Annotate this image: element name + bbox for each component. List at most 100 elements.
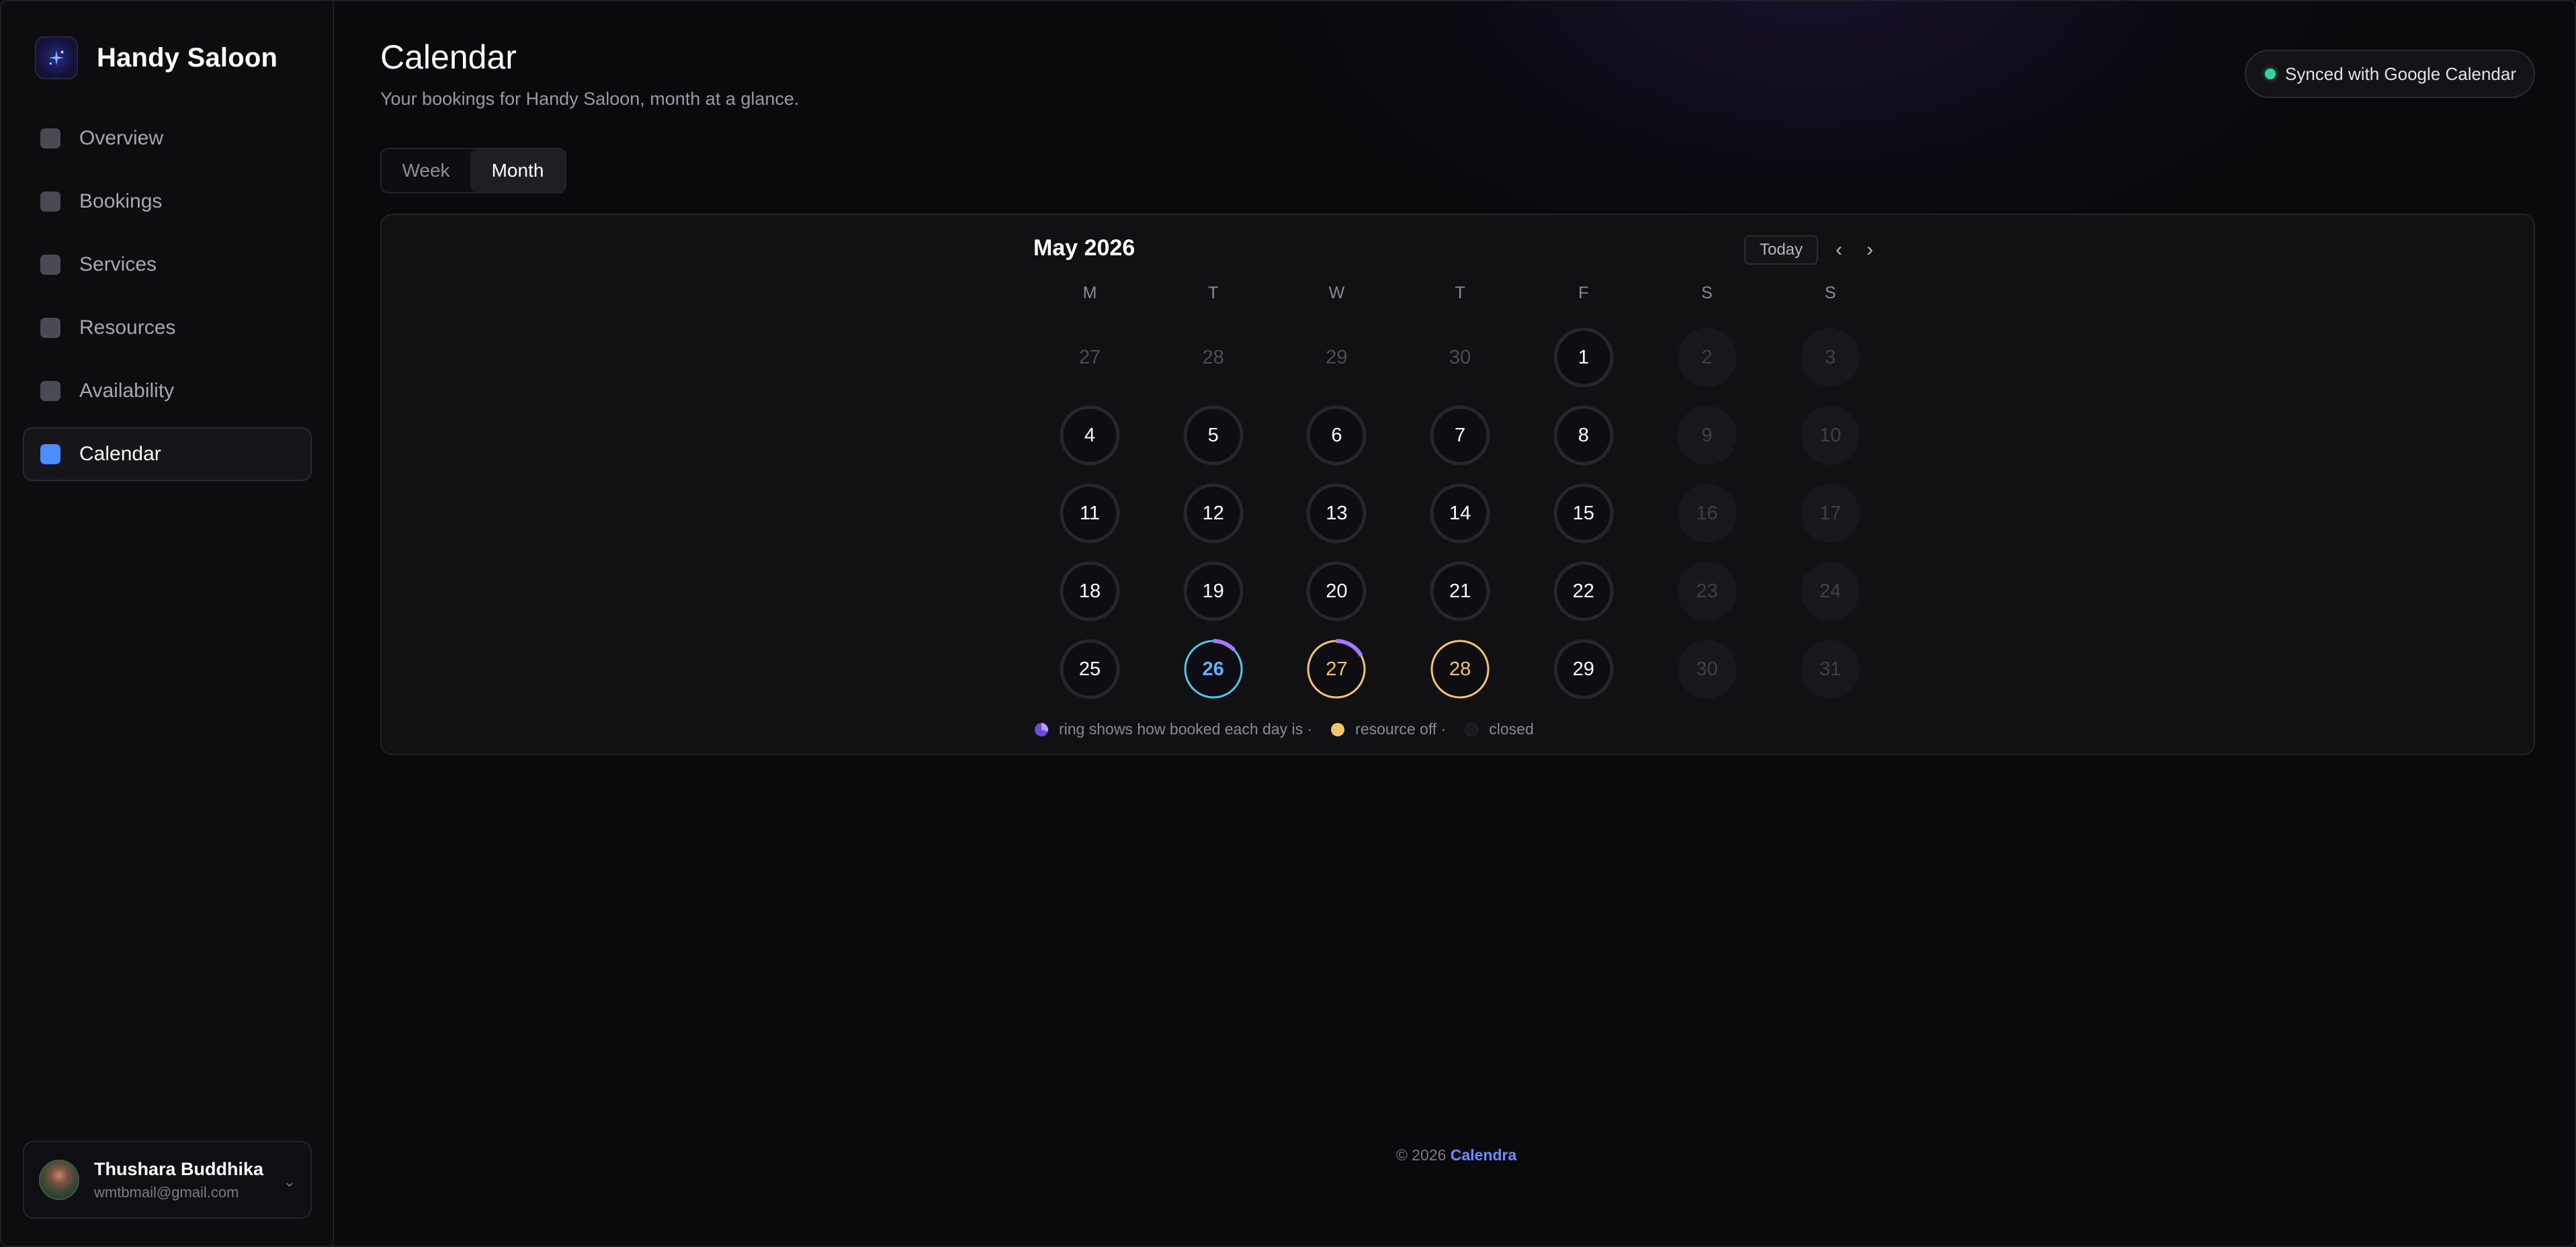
calendar-day[interactable]: 19 — [1182, 560, 1245, 623]
calendar-day[interactable]: 1 — [1552, 326, 1615, 389]
square-icon — [40, 255, 60, 275]
calendar-day: 30 — [1676, 638, 1739, 701]
calendar-day: 23 — [1676, 560, 1739, 623]
sidebar-item-availability[interactable]: Availability — [23, 364, 312, 418]
sidebar-item-resources[interactable]: Resources — [23, 301, 312, 355]
calendar-day[interactable]: 29 — [1552, 638, 1615, 701]
brand: Handy Saloon — [35, 36, 277, 79]
sidebar-item-label: Resources — [79, 316, 176, 339]
day-number: 11 — [1079, 502, 1101, 524]
calendar-day[interactable]: 20 — [1305, 560, 1368, 623]
sidebar-item-label: Calendar — [79, 443, 161, 465]
day-number: 23 — [1696, 580, 1718, 602]
footer-brand-link[interactable]: Calendra — [1451, 1146, 1516, 1164]
day-number: 12 — [1202, 502, 1224, 524]
calendar-day[interactable]: 11 — [1058, 482, 1121, 545]
square-icon — [40, 444, 60, 464]
calendar-day[interactable]: 4 — [1058, 404, 1121, 467]
day-number: 30 — [1449, 346, 1471, 368]
day-number: 19 — [1202, 580, 1224, 602]
calendar-day[interactable]: 8 — [1552, 404, 1615, 467]
legend-closed-text: closed — [1489, 720, 1534, 738]
square-icon — [40, 381, 60, 401]
brand-name: Handy Saloon — [97, 42, 278, 73]
day-number: 27 — [1078, 346, 1101, 368]
legend-off-text: resource off · — [1355, 720, 1447, 738]
calendar-day[interactable]: 26 — [1182, 638, 1245, 701]
calendar-day[interactable]: 14 — [1428, 482, 1492, 545]
calendar-day: 10 — [1799, 404, 1862, 467]
calendar-panel: May 2026 Today ‹ › MTWTFSS 27 28 29 30 1 2 3 4 5… — [380, 214, 2535, 755]
sidebar-nav: Overview Bookings Services Resources Ava… — [23, 112, 312, 490]
day-number: 26 — [1202, 658, 1224, 680]
weekday-label: M — [1082, 284, 1097, 302]
day-number: 25 — [1078, 658, 1101, 680]
calendar-day: 30 — [1428, 326, 1492, 389]
calendar-day: 31 — [1799, 638, 1862, 701]
square-icon — [40, 191, 60, 212]
day-number: 20 — [1326, 580, 1348, 602]
sync-status-badge: Synced with Google Calendar — [2245, 50, 2535, 98]
day-number: 9 — [1701, 424, 1713, 446]
day-number: 22 — [1572, 580, 1594, 602]
calendar-header: May 2026 Today ‹ › — [1033, 230, 1927, 267]
calendar-day[interactable]: 13 — [1305, 482, 1368, 545]
calendar-day[interactable]: 28 — [1428, 638, 1492, 701]
copyright-text: © 2026 — [1396, 1146, 1447, 1164]
calendar-day[interactable]: 5 — [1182, 404, 1245, 467]
day-number: 29 — [1572, 658, 1594, 680]
app-window: Handy Saloon Overview Bookings Services … — [0, 0, 2576, 1247]
page-title: Calendar — [380, 38, 517, 76]
day-number: 16 — [1696, 502, 1718, 524]
day-number: 6 — [1331, 424, 1342, 446]
day-number: 10 — [1819, 424, 1842, 446]
day-number: 18 — [1078, 580, 1101, 602]
calendar-day[interactable]: 12 — [1182, 482, 1245, 545]
calendar-day[interactable]: 27 — [1305, 638, 1368, 701]
sidebar-item-bookings[interactable]: Bookings — [23, 175, 312, 228]
today-button[interactable]: Today — [1744, 235, 1818, 265]
calendar-day[interactable]: 7 — [1428, 404, 1492, 467]
day-number: 24 — [1819, 580, 1842, 602]
chevron-down-icon: ⌄ — [283, 1173, 296, 1190]
day-number: 1 — [1578, 346, 1589, 368]
calendar-day[interactable]: 18 — [1058, 560, 1121, 623]
footer: © 2026 Calendra — [335, 1146, 2575, 1164]
tab-week[interactable]: Week — [382, 149, 470, 192]
month-label: May 2026 — [1033, 235, 1135, 261]
calendar-day: 2 — [1676, 326, 1739, 389]
day-number: 2 — [1701, 346, 1713, 368]
weekday-label: W — [1328, 284, 1345, 302]
closed-dot-icon — [1465, 722, 1479, 736]
avatar — [39, 1160, 79, 1200]
chevron-left-icon[interactable]: ‹ — [1829, 235, 1849, 265]
sidebar-item-calendar[interactable]: Calendar — [23, 427, 312, 481]
sidebar-item-services[interactable]: Services — [23, 238, 312, 292]
calendar-day: 9 — [1676, 404, 1739, 467]
calendar-legend: ring shows how booked each day is · reso… — [1033, 720, 1534, 738]
page-subtitle: Your bookings for Handy Saloon, month at… — [380, 89, 800, 109]
square-icon — [40, 318, 60, 338]
calendar-day[interactable]: 21 — [1428, 560, 1492, 623]
calendar-day[interactable]: 25 — [1058, 638, 1121, 701]
day-number: 13 — [1326, 502, 1348, 524]
sidebar-item-label: Availability — [79, 380, 175, 402]
day-number: 31 — [1819, 658, 1842, 680]
day-number: 27 — [1326, 658, 1348, 680]
day-number: 15 — [1572, 502, 1594, 524]
chevron-right-icon[interactable]: › — [1860, 235, 1880, 265]
calendar-day[interactable]: 6 — [1305, 404, 1368, 467]
day-number: 17 — [1819, 502, 1842, 524]
sparkle-glyph — [48, 50, 65, 66]
calendar-day[interactable]: 22 — [1552, 560, 1615, 623]
day-number: 3 — [1825, 346, 1836, 368]
weekday-label: S — [1824, 284, 1836, 302]
tab-month[interactable]: Month — [470, 149, 565, 192]
calendar-day[interactable]: 15 — [1552, 482, 1615, 545]
user-menu[interactable]: Thushara Buddhika wmtbmail@gmail.com ⌄ — [23, 1141, 312, 1219]
day-number: 30 — [1696, 658, 1718, 680]
weekday-label: T — [1208, 284, 1219, 302]
calendar-day: 27 — [1058, 326, 1121, 389]
calendar-day: 29 — [1305, 326, 1368, 389]
sidebar-item-overview[interactable]: Overview — [23, 112, 312, 165]
